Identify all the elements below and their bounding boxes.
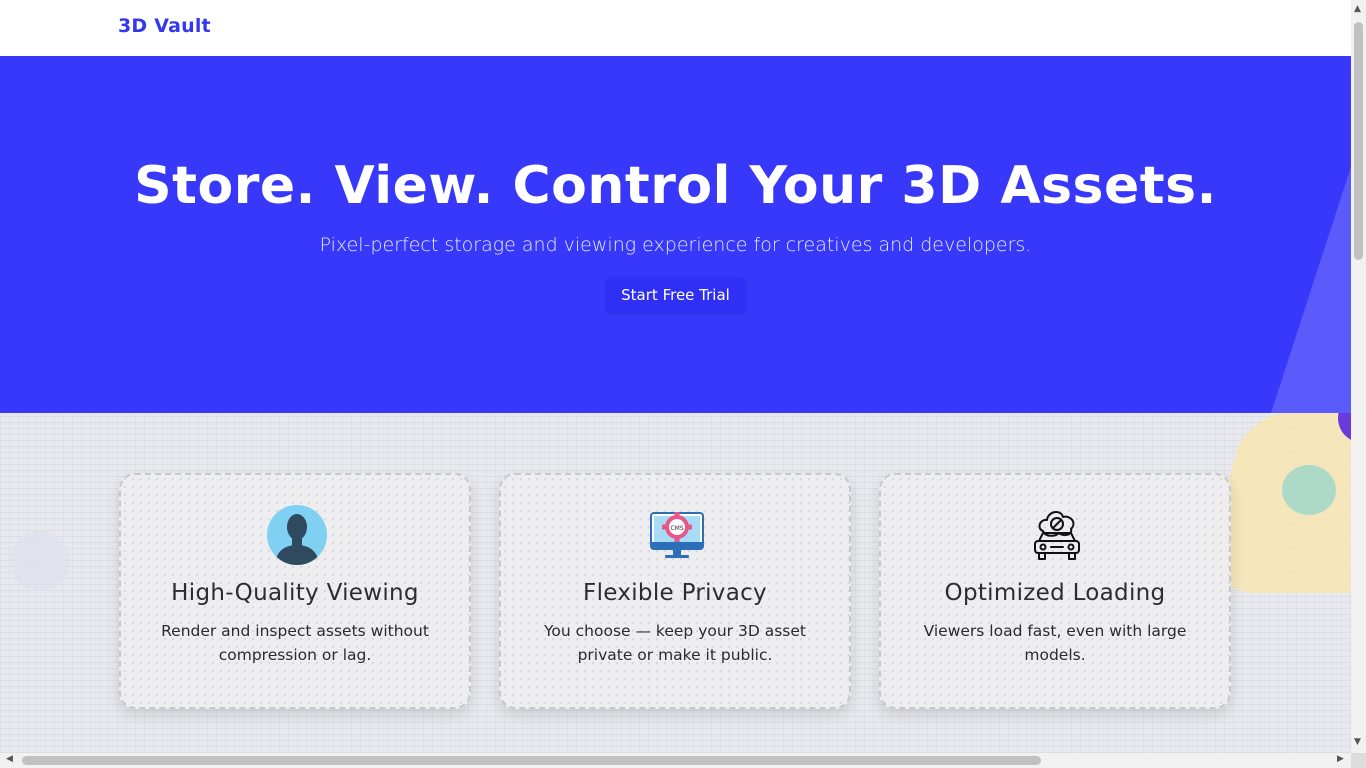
feature-card-optimized-loading: Optimized Loading Viewers load fast, eve… bbox=[879, 473, 1231, 709]
page: 3D Vault Store. View. Control Your 3D As… bbox=[0, 0, 1351, 753]
feature-title: High-Quality Viewing bbox=[171, 580, 419, 606]
feature-title: Optimized Loading bbox=[944, 580, 1166, 606]
hero-section: Store. View. Control Your 3D Assets. Pix… bbox=[0, 56, 1351, 413]
feature-description: Render and inspect assets without compre… bbox=[161, 622, 429, 664]
decorative-shape-green bbox=[1282, 465, 1336, 515]
feature-card-high-quality-viewing: High-Quality Viewing Render and inspect … bbox=[119, 473, 471, 709]
feature-description: Viewers load fast, even with large model… bbox=[923, 622, 1187, 664]
cms-monitor-gear-icon: CMS bbox=[650, 512, 704, 558]
scroll-left-arrow-icon[interactable]: ◀ bbox=[6, 754, 13, 764]
scroll-up-arrow-icon[interactable]: ▲ bbox=[1354, 4, 1361, 14]
start-free-trial-button[interactable]: Start Free Trial bbox=[606, 277, 745, 313]
feature-description: You choose — keep your 3D asset private … bbox=[544, 622, 806, 664]
scrollbar-corner bbox=[1351, 753, 1366, 768]
scroll-down-arrow-icon[interactable]: ▼ bbox=[1354, 737, 1361, 747]
user-avatar-icon bbox=[267, 505, 327, 565]
feature-title: Flexible Privacy bbox=[583, 580, 767, 606]
brand-logo[interactable]: 3D Vault bbox=[118, 15, 211, 37]
vertical-scrollbar-thumb[interactable] bbox=[1354, 22, 1363, 260]
top-navbar: 3D Vault bbox=[0, 0, 1351, 56]
horizontal-scrollbar-thumb[interactable] bbox=[22, 756, 1041, 765]
features-section: High-Quality Viewing Render and inspect … bbox=[0, 413, 1351, 753]
eco-car-icon bbox=[1034, 511, 1080, 560]
svg-text:CMS: CMS bbox=[670, 525, 683, 532]
hero-title: Store. View. Control Your 3D Assets. bbox=[134, 156, 1217, 216]
feature-card-flexible-privacy: CMS Flexible Privacy You choose — keep y… bbox=[499, 473, 851, 709]
hero-subtitle: Pixel-perfect storage and viewing experi… bbox=[319, 234, 1032, 256]
scroll-right-arrow-icon[interactable]: ▶ bbox=[1337, 754, 1344, 764]
decorative-blob bbox=[10, 531, 70, 591]
